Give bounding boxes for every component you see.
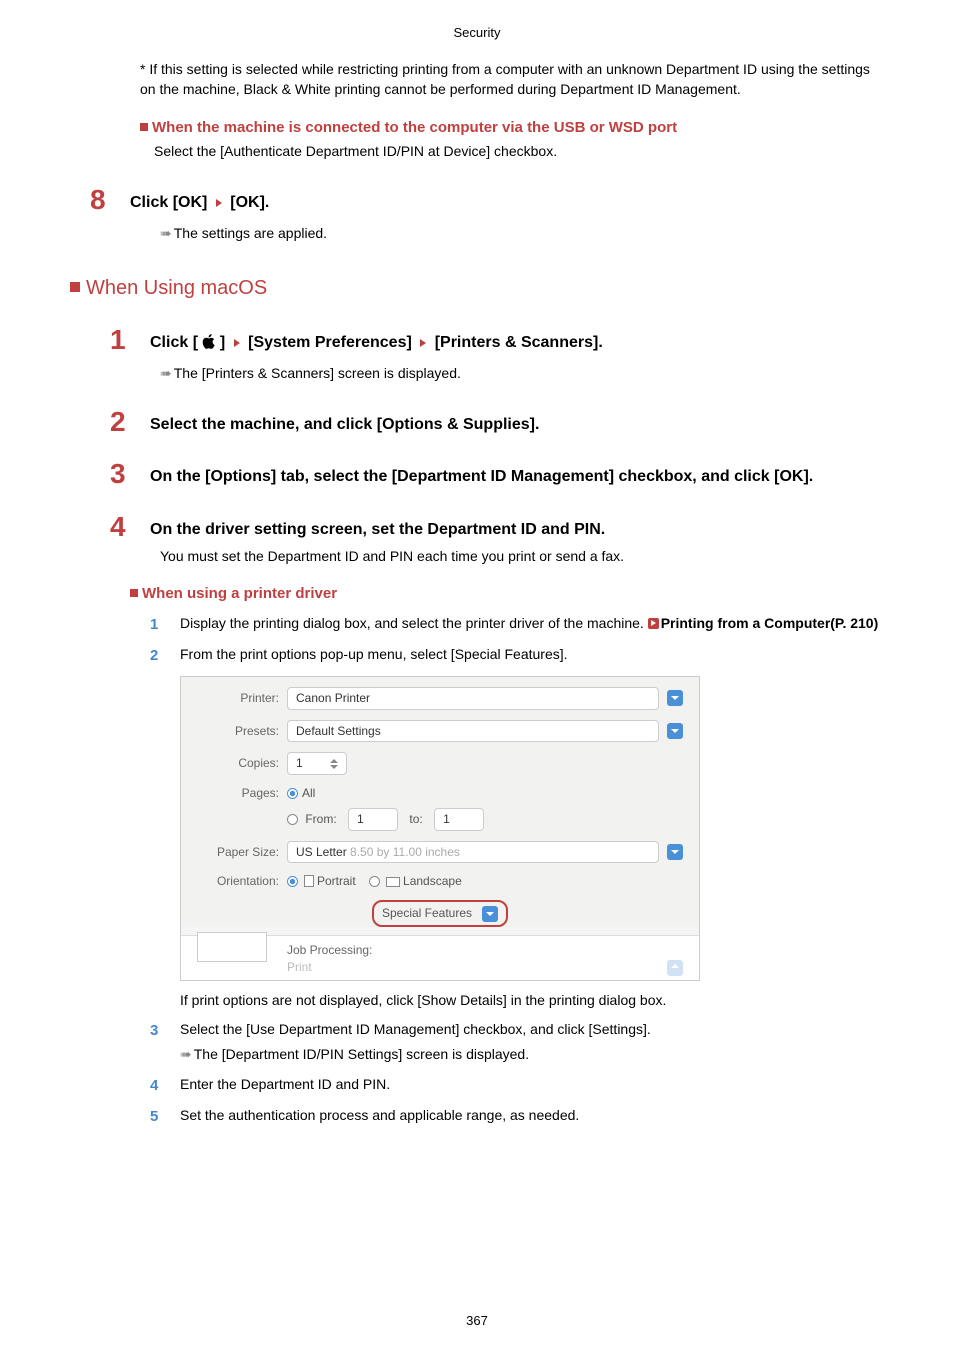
landscape-text: Landscape <box>403 874 462 888</box>
apple-logo-icon <box>202 334 215 351</box>
step-number-4: 4 <box>110 513 150 541</box>
m1a: Click [ <box>150 334 198 351</box>
pages-all-text: All <box>302 786 315 800</box>
dropdown-arrow-icon[interactable] <box>667 690 683 706</box>
special-text: Special Features <box>382 905 472 922</box>
substep-2-text: From the print options pop-up menu, sele… <box>180 645 884 665</box>
copies-input[interactable]: 1 <box>287 752 347 775</box>
substep-4-text: Enter the Department ID and PIN. <box>180 1075 884 1095</box>
presets-value: Default Settings <box>296 723 381 740</box>
paper-size-dropdown[interactable]: US Letter 8.50 by 11.00 inches <box>287 841 659 864</box>
orientation-label: Orientation: <box>197 873 287 890</box>
job-processing-value: Print <box>287 959 639 976</box>
substep-3-result: ➠The [Department ID/PIN Settings] screen… <box>180 1045 884 1065</box>
substep-5-text: Set the authentication process and appli… <box>180 1106 884 1126</box>
step-number-2: 2 <box>110 408 150 436</box>
dropdown-arrow-icon[interactable] <box>667 844 683 860</box>
orientation-landscape-radio[interactable]: Landscape <box>369 874 462 888</box>
step8-result: ➠The settings are applied. <box>160 224 884 244</box>
paper-dim: 8.50 by 11.00 inches <box>350 845 460 859</box>
intro-note: * If this setting is selected while rest… <box>140 60 884 99</box>
presets-dropdown[interactable]: Default Settings <box>287 720 659 743</box>
printer-driver-heading: When using a printer driver <box>130 583 884 604</box>
paper-size-label: Paper Size: <box>197 844 287 861</box>
presets-label: Presets: <box>197 723 287 740</box>
applied-text: The settings are applied. <box>174 225 327 241</box>
sub3-result-text: The [Department ID/PIN Settings] screen … <box>194 1046 529 1062</box>
to-label: to: <box>409 812 422 826</box>
macos-step4-body: You must set the Department ID and PIN e… <box>160 547 884 567</box>
triangle-separator-icon <box>216 199 222 207</box>
printer-dropdown[interactable]: Canon Printer <box>287 687 659 710</box>
from-label: From: <box>305 812 336 826</box>
substep-1-text: Display the printing dialog box, and sel… <box>180 614 884 634</box>
link-bullet-icon <box>648 618 659 629</box>
pages-from-input[interactable]: 1 <box>348 808 398 831</box>
substep-2-after: If print options are not displayed, clic… <box>180 991 884 1011</box>
radio-selected-icon <box>287 876 298 887</box>
page-header-title: Security <box>70 24 884 42</box>
substep-number-5: 5 <box>150 1106 180 1127</box>
substep-number-3: 3 <box>150 1020 180 1041</box>
portrait-icon <box>304 875 314 887</box>
job-processing-label: Job Processing: <box>287 942 639 959</box>
substep-number-2: 2 <box>150 645 180 666</box>
step-8-text: Click [OK] [OK]. <box>130 186 884 214</box>
step8-post: [OK]. <box>230 194 269 211</box>
dropdown-arrow-icon <box>482 906 498 922</box>
pages-label: Pages: <box>197 785 287 802</box>
macos-section-heading: When Using macOS <box>70 274 884 302</box>
special-features-dropdown[interactable]: Special Features <box>372 900 508 927</box>
macos-step3-text: On the [Options] tab, select the [Depart… <box>150 460 884 488</box>
landscape-icon <box>386 877 400 887</box>
triangle-separator-icon <box>420 339 426 347</box>
step8-pre: Click [OK] <box>130 194 207 211</box>
pages-to-input[interactable]: 1 <box>434 808 484 831</box>
dropdown-arrow-icon[interactable] <box>667 723 683 739</box>
printer-label: Printer: <box>197 690 287 707</box>
printer-value: Canon Printer <box>296 690 370 707</box>
print-preview-thumbnail <box>197 932 267 962</box>
substep-number-1: 1 <box>150 614 180 635</box>
dropdown-arrow-icon <box>667 960 683 976</box>
step-number-1: 1 <box>110 326 150 354</box>
page-number: 367 <box>0 1312 954 1330</box>
radio-unselected-icon <box>287 814 298 825</box>
macos-step1-result: ➠The [Printers & Scanners] screen is dis… <box>160 364 884 384</box>
sub1-body: Display the printing dialog box, and sel… <box>180 615 648 631</box>
stepper-icon[interactable] <box>330 759 338 769</box>
m1b: ] <box>220 334 225 351</box>
usb-wsd-heading: When the machine is connected to the com… <box>140 117 884 138</box>
print-dialog-screenshot: Printer: Canon Printer Presets: Default … <box>180 676 700 981</box>
orientation-options: Portrait Landscape <box>287 873 683 890</box>
step-number-3: 3 <box>110 460 150 488</box>
macos-step1-text: Click [ ] [System Preferences] [Printers… <box>150 326 884 354</box>
copies-label: Copies: <box>197 755 287 772</box>
radio-selected-icon <box>287 788 298 799</box>
radio-unselected-icon <box>369 876 380 887</box>
paper-value: US Letter <box>296 845 347 859</box>
usb-wsd-text: Select the [Authenticate Department ID/P… <box>154 142 884 162</box>
m1-result-text: The [Printers & Scanners] screen is disp… <box>174 365 461 381</box>
m1c: [System Preferences] <box>248 334 412 351</box>
result-arrow-icon: ➠ <box>160 364 170 384</box>
cross-reference-link[interactable]: Printing from a Computer(P. 210) <box>661 615 879 631</box>
triangle-separator-icon <box>234 339 240 347</box>
result-arrow-icon: ➠ <box>160 224 170 244</box>
copies-value: 1 <box>296 755 303 772</box>
step-number-8: 8 <box>90 186 130 214</box>
macos-step4-text: On the driver setting screen, set the De… <box>150 513 884 541</box>
orientation-portrait-radio[interactable]: Portrait <box>287 874 356 888</box>
pages-all-radio[interactable]: All <box>287 785 683 802</box>
result-arrow-icon: ➠ <box>180 1045 190 1065</box>
substep-3-text: Select the [Use Department ID Management… <box>180 1020 884 1040</box>
substep-number-4: 4 <box>150 1075 180 1096</box>
macos-step2-text: Select the machine, and click [Options &… <box>150 408 884 436</box>
portrait-text: Portrait <box>317 874 356 888</box>
pages-from-radio[interactable]: From: 1 to: 1 <box>287 808 683 831</box>
m1d: [Printers & Scanners]. <box>435 334 603 351</box>
